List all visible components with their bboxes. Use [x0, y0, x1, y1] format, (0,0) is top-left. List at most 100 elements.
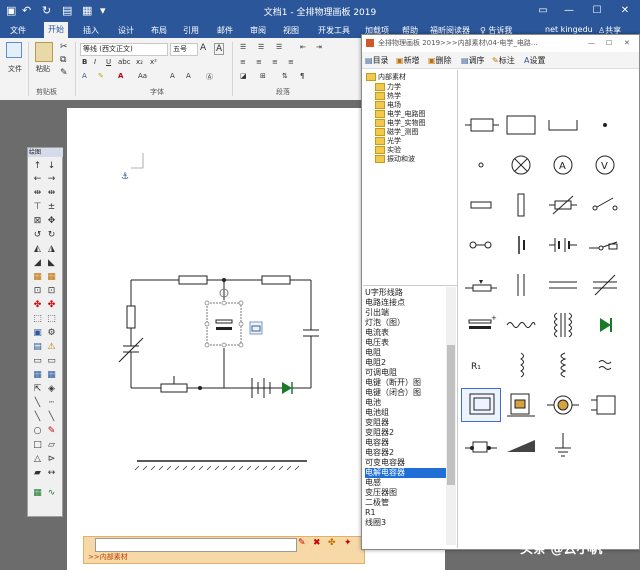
- rotate-right-icon[interactable]: ↻: [45, 230, 58, 241]
- material-search-input[interactable]: [95, 538, 297, 552]
- align-top-icon[interactable]: ⊤: [31, 202, 44, 213]
- table-icon[interactable]: ▤: [31, 342, 44, 353]
- copy-shape-icon[interactable]: ▣: [31, 328, 44, 339]
- tab-developer[interactable]: 开发工具: [318, 25, 350, 36]
- switch-open-icon[interactable]: [585, 190, 625, 220]
- list-item[interactable]: 可调电阻: [365, 368, 397, 378]
- terminal-icon[interactable]: [461, 150, 501, 180]
- tree-item-waves[interactable]: 振动和波: [375, 154, 415, 164]
- cell-icon[interactable]: [501, 230, 541, 260]
- show-marks-icon[interactable]: ¶: [300, 72, 304, 80]
- triangle-shape-icon[interactable]: △: [31, 454, 44, 465]
- list-item[interactable]: 引出端: [365, 308, 389, 318]
- paste-label[interactable]: 粘贴: [36, 64, 50, 74]
- table-grid-icon[interactable]: ▦: [31, 488, 44, 499]
- align-right-icon[interactable]: ≡: [272, 58, 278, 66]
- options-icon[interactable]: ✖: [313, 538, 321, 548]
- grid2-icon[interactable]: ▦: [45, 370, 58, 381]
- tab-design[interactable]: 设计: [118, 25, 134, 36]
- tab-layout[interactable]: 布局: [151, 25, 167, 36]
- file-icon[interactable]: [6, 42, 22, 58]
- enclose-char-icon[interactable]: Ⓐ: [206, 72, 213, 82]
- send-back-icon[interactable]: ▦: [45, 272, 58, 283]
- triangle2-icon[interactable]: ◣: [45, 258, 58, 269]
- battery-icon[interactable]: [543, 230, 583, 260]
- tab-mailings[interactable]: 邮件: [217, 25, 233, 36]
- text-box2-icon[interactable]: ▭: [45, 356, 58, 367]
- font-shrink-icon[interactable]: A: [170, 72, 175, 80]
- list-item[interactable]: 线圈3: [365, 518, 386, 528]
- format-painter-icon[interactable]: ✎: [60, 68, 68, 78]
- variable-capacitor-icon[interactable]: [585, 270, 625, 300]
- coil-core-icon[interactable]: [461, 388, 501, 422]
- diode-icon[interactable]: [585, 310, 625, 340]
- rotate-left-icon[interactable]: ↺: [31, 230, 44, 241]
- wave-icon[interactable]: ∿: [45, 488, 58, 499]
- close-button[interactable]: ✕: [612, 2, 638, 20]
- change-case-icon[interactable]: Aa: [138, 72, 147, 80]
- list-item[interactable]: 电池: [365, 398, 381, 408]
- capacitor-horizontal-icon[interactable]: [543, 270, 583, 300]
- subscript-icon[interactable]: x₂: [136, 58, 143, 66]
- color-icon[interactable]: ✤: [31, 300, 44, 311]
- list-item[interactable]: 电阻2: [365, 358, 386, 368]
- ammeter-icon[interactable]: A: [543, 150, 583, 180]
- tree-item-root[interactable]: 内部素材: [366, 72, 406, 82]
- relay-icon[interactable]: [501, 390, 541, 420]
- italic-icon[interactable]: I: [94, 58, 96, 66]
- highlight-icon[interactable]: ✎: [98, 72, 104, 80]
- text-box-icon[interactable]: ▭: [31, 356, 44, 367]
- diagonal-line-icon[interactable]: ╲: [31, 412, 44, 423]
- parallelogram-icon[interactable]: ▱: [45, 440, 58, 451]
- list-item[interactable]: 电池组: [365, 408, 389, 418]
- arrow-right-icon[interactable]: →: [45, 174, 58, 185]
- solenoid-icon[interactable]: [585, 390, 625, 420]
- strikethrough-icon[interactable]: abc: [118, 58, 131, 66]
- switch-closed-icon[interactable]: [585, 230, 625, 260]
- align-center-icon[interactable]: ≡: [256, 58, 262, 66]
- dashed-line-icon[interactable]: ┄: [45, 398, 58, 409]
- bullets-icon[interactable]: ☰: [240, 43, 246, 51]
- line-icon[interactable]: ╲: [31, 398, 44, 409]
- mirror-icon[interactable]: ◭: [31, 244, 44, 255]
- list-item[interactable]: 灯泡（图）: [365, 318, 405, 328]
- hatch-icon[interactable]: ▰: [31, 468, 44, 479]
- unlock-icon[interactable]: ⊡: [45, 286, 58, 297]
- file-label[interactable]: 文件: [8, 64, 22, 74]
- rect-resistor-icon[interactable]: [461, 110, 501, 140]
- list-item[interactable]: 电流表: [365, 328, 389, 338]
- shading-icon[interactable]: ◪: [240, 72, 247, 80]
- settings-icon[interactable]: ✤: [328, 538, 336, 548]
- cut-icon[interactable]: ✂: [60, 42, 68, 52]
- justify-icon[interactable]: ≡: [288, 58, 294, 66]
- inductor-icon[interactable]: [501, 350, 541, 380]
- flip-h2-icon[interactable]: ⇹: [45, 188, 58, 199]
- frame-icon[interactable]: ⬚: [45, 314, 58, 325]
- tab-home[interactable]: 开始: [44, 22, 68, 38]
- voltmeter-icon[interactable]: V: [585, 150, 625, 180]
- bell-icon[interactable]: [461, 430, 501, 460]
- lock-icon[interactable]: ⊡: [31, 286, 44, 297]
- annotate-button[interactable]: ✎标注: [492, 55, 515, 66]
- bring-front-icon[interactable]: ▦: [31, 272, 44, 283]
- ribbon-options-icon[interactable]: ▭: [530, 2, 556, 20]
- capacitor-vertical-icon[interactable]: [501, 270, 541, 300]
- switch-terminals-icon[interactable]: [461, 230, 501, 260]
- wedge-icon[interactable]: [501, 430, 541, 460]
- text-effects-icon[interactable]: A: [82, 72, 87, 80]
- rheostat-icon[interactable]: [461, 270, 501, 300]
- add-button[interactable]: ▣新增: [396, 55, 420, 66]
- select-icon[interactable]: ⬚: [31, 314, 44, 325]
- coil-icon[interactable]: [543, 350, 583, 380]
- diagonal-line2-icon[interactable]: ╲: [45, 412, 58, 423]
- catalog-button[interactable]: ▤目录: [365, 55, 389, 66]
- electrolytic-capacitor-icon[interactable]: +: [461, 310, 501, 340]
- minimize-button[interactable]: —: [556, 2, 582, 20]
- char-border-icon[interactable]: A: [214, 43, 225, 55]
- bold-icon[interactable]: B: [82, 58, 87, 66]
- paste-icon[interactable]: [35, 42, 53, 62]
- delete-button[interactable]: ▣删除: [428, 55, 452, 66]
- reorder-button[interactable]: ▤调序: [461, 55, 485, 66]
- rectangle-icon[interactable]: □: [31, 440, 44, 451]
- align-left-icon[interactable]: ≡: [240, 58, 246, 66]
